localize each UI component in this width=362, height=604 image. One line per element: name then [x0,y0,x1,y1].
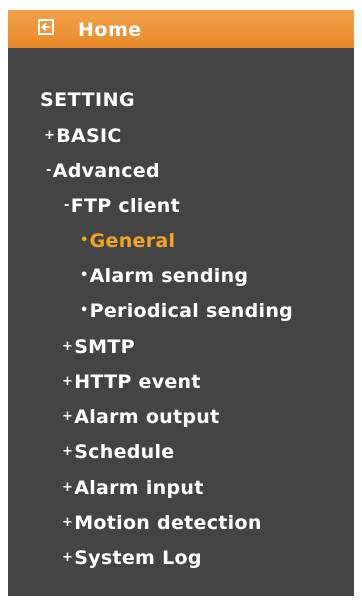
expand-plus-icon[interactable]: + [62,546,73,570]
menu-item-basic-label[interactable]: BASIC [56,125,121,147]
menu-item-http-event-label[interactable]: HTTP event [74,371,201,393]
expand-plus-icon[interactable]: + [62,335,73,359]
menu-item-motion-detection[interactable]: +Motion detection [62,511,262,535]
menu-item-schedule-label[interactable]: Schedule [74,441,174,463]
menu-item-alarm-output[interactable]: +Alarm output [62,405,220,429]
settings-menu-panel: Home SETTING +BASIC -Advanced -FTP clien… [8,10,354,596]
expand-plus-icon[interactable]: + [62,476,73,500]
menu-item-alarm-input[interactable]: +Alarm input [62,476,204,500]
menu-item-alarm-sending-label[interactable]: Alarm sending [90,265,249,287]
expand-plus-icon[interactable]: + [62,405,73,429]
menu-item-schedule[interactable]: +Schedule [62,440,175,464]
menu-item-periodical-sending-label[interactable]: Periodical sending [90,300,293,322]
menu-item-http-event[interactable]: +HTTP event [62,370,201,394]
bullet-icon: • [80,233,89,248]
menu-item-system-log[interactable]: +System Log [62,546,202,570]
settings-tree: SETTING +BASIC -Advanced -FTP client •Ge… [8,10,354,596]
menu-item-alarm-output-label[interactable]: Alarm output [74,406,219,428]
menu-item-advanced[interactable]: -Advanced [46,159,160,183]
expand-plus-icon[interactable]: + [62,440,73,464]
menu-item-smtp[interactable]: +SMTP [62,335,135,359]
menu-item-ftp-client-label[interactable]: FTP client [71,195,180,217]
menu-item-general-label[interactable]: General [90,230,176,252]
collapse-minus-icon[interactable]: - [64,194,70,218]
menu-item-periodical-sending[interactable]: •Periodical sending [80,299,293,323]
menu-item-basic[interactable]: +BASIC [44,124,122,148]
expand-plus-icon[interactable]: + [62,511,73,535]
menu-item-motion-detection-label[interactable]: Motion detection [74,512,261,534]
menu-item-system-log-label[interactable]: System Log [74,547,202,569]
expand-plus-icon[interactable]: + [44,124,55,148]
menu-item-ftp-client[interactable]: -FTP client [64,194,180,218]
bullet-icon: • [80,268,89,283]
menu-item-alarm-input-label[interactable]: Alarm input [74,477,203,499]
bullet-icon: • [80,303,89,318]
menu-item-alarm-sending[interactable]: •Alarm sending [80,264,248,288]
expand-plus-icon[interactable]: + [62,370,73,394]
menu-item-advanced-label[interactable]: Advanced [53,160,160,182]
collapse-minus-icon[interactable]: - [46,159,52,183]
menu-item-general[interactable]: •General [80,229,175,253]
menu-item-smtp-label[interactable]: SMTP [74,336,135,358]
setting-section-title: SETTING [40,89,136,111]
